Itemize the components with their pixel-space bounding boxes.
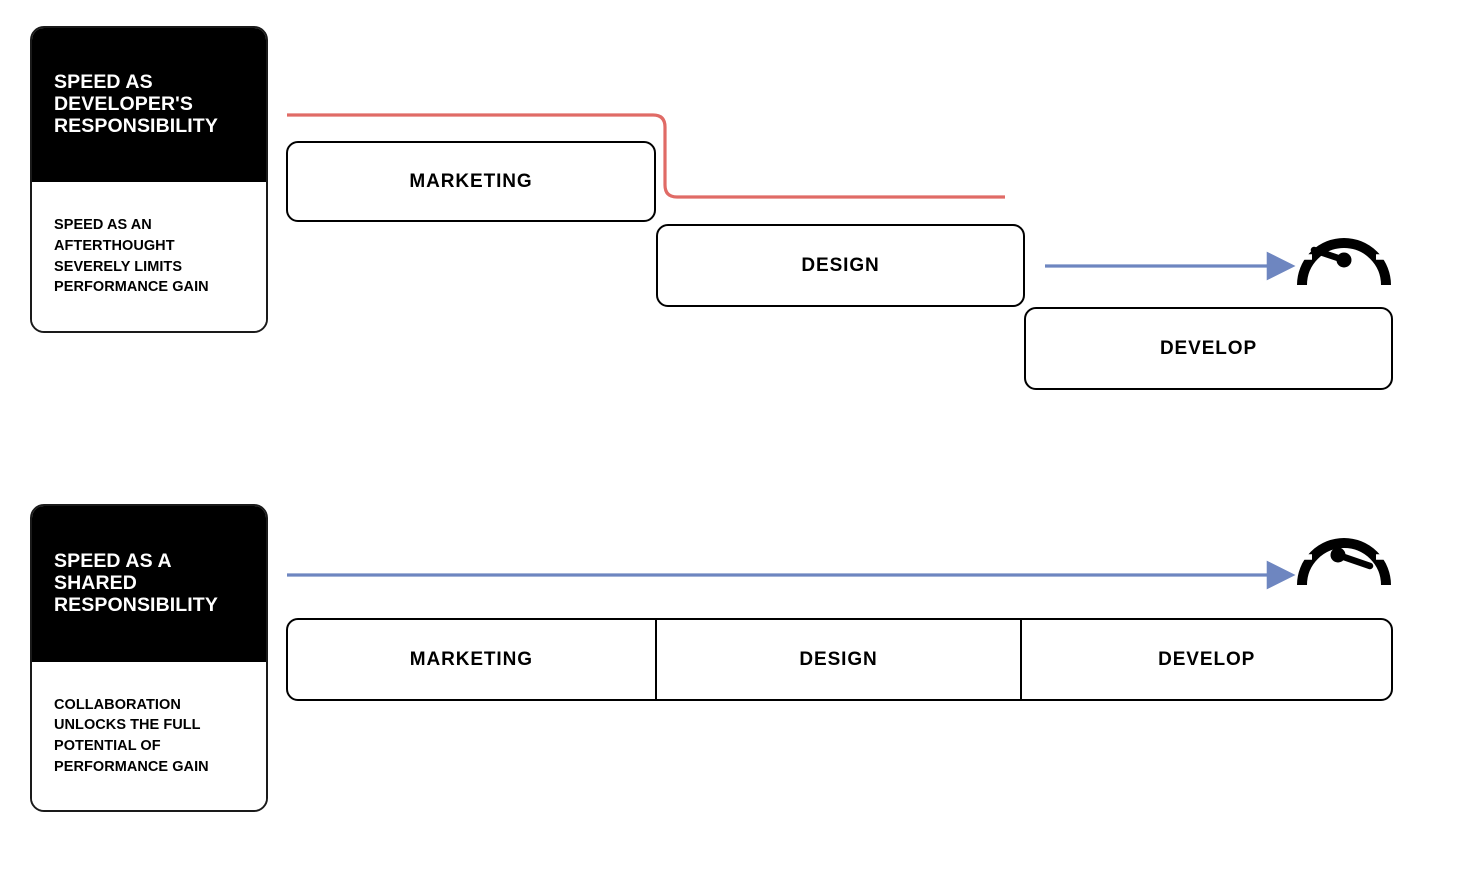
- stage-box-marketing-top[interactable]: MARKETING: [286, 141, 656, 222]
- speedometer-high-icon: [1292, 503, 1396, 593]
- stage-label: DEVELOP: [1159, 337, 1258, 359]
- scenario-card-header: SPEED AS DEVELOPER'S RESPONSIBILITY: [32, 28, 266, 182]
- stage-label: MARKETING: [409, 648, 533, 670]
- stage-label: DESIGN: [801, 254, 880, 276]
- stage-label: DESIGN: [799, 648, 878, 670]
- stage-label: MARKETING: [409, 170, 533, 192]
- scenario-card-shared-responsibility: SPEED AS A SHARED RESPONSIBILITY COLLABO…: [30, 504, 268, 812]
- scenario-card-header: SPEED AS A SHARED RESPONSIBILITY: [32, 506, 266, 662]
- speedometer-low-icon: [1292, 203, 1396, 293]
- diagram-canvas: SPEED AS DEVELOPER'S RESPONSIBILITY SPEE…: [0, 0, 1464, 872]
- stage-box-marketing-bottom[interactable]: MARKETING: [288, 620, 657, 699]
- stage-box-develop-bottom[interactable]: DEVELOP: [1022, 620, 1391, 699]
- scenario-subtext: SPEED AS AN AFTERTHOUGHT SEVERELY LIMITS…: [54, 217, 209, 296]
- scenario-subtext: COLLABORATION UNLOCKS THE FULL POTENTIAL…: [54, 696, 209, 775]
- scenario-headline: SPEED AS DEVELOPER'S RESPONSIBILITY: [54, 71, 218, 137]
- joined-stage-bar: MARKETING DESIGN DEVELOP: [286, 618, 1393, 701]
- stage-box-develop-top[interactable]: DEVELOP: [1024, 307, 1393, 390]
- scenario-card-body: COLLABORATION UNLOCKS THE FULL POTENTIAL…: [32, 662, 266, 810]
- stage-box-design-bottom[interactable]: DESIGN: [657, 620, 1023, 699]
- scenario-card-body: SPEED AS AN AFTERTHOUGHT SEVERELY LIMITS…: [32, 182, 266, 331]
- stage-label: DEVELOP: [1158, 648, 1256, 670]
- scenario-card-developer-responsibility: SPEED AS DEVELOPER'S RESPONSIBILITY SPEE…: [30, 26, 268, 333]
- scenario-headline: SPEED AS A SHARED RESPONSIBILITY: [54, 550, 218, 616]
- stage-box-design-top[interactable]: DESIGN: [656, 224, 1025, 307]
